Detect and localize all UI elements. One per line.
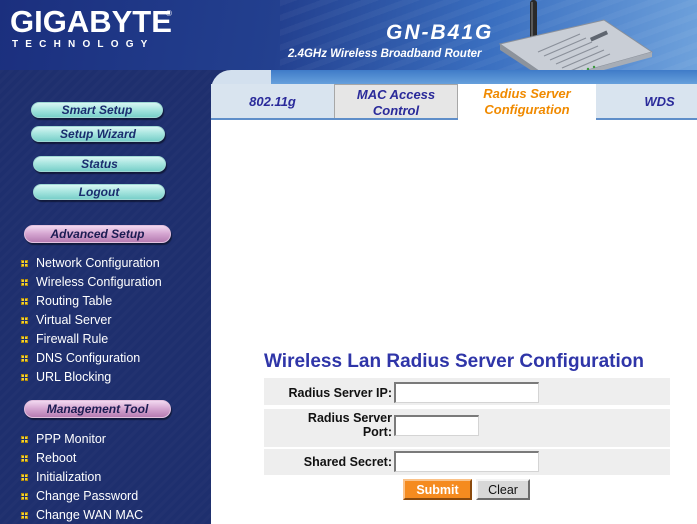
menu-item-label: Routing Table — [36, 294, 113, 308]
menu-item-label: Initialization — [36, 470, 102, 484]
radius-server-ip-label: Radius Server IP: — [288, 386, 392, 400]
management-tool-menu: PPP Monitor Reboot Initialization Change… — [0, 430, 211, 524]
bullet-icon — [21, 374, 28, 381]
brand-logo: GIGABYTE — [10, 4, 172, 39]
tab-mac-access-control[interactable]: MAC Access Control — [334, 84, 458, 120]
menu-item-label: DNS Configuration — [36, 351, 141, 365]
menu-item-label: Reboot — [36, 451, 77, 465]
menu-item-firewall-rule[interactable]: Firewall Rule — [0, 330, 211, 349]
menu-item-url-blocking[interactable]: URL Blocking — [0, 368, 211, 387]
management-tool-heading: Management Tool — [24, 400, 171, 418]
bullet-icon — [21, 260, 28, 267]
menu-item-change-wan-mac[interactable]: Change WAN MAC — [0, 506, 211, 524]
radius-server-ip-input[interactable] — [394, 382, 539, 403]
menu-item-reboot[interactable]: Reboot — [0, 449, 211, 468]
menu-item-network-configuration[interactable]: Network Configuration — [0, 254, 211, 273]
tab-label: WDS — [644, 94, 675, 109]
brand-trademark: ® — [166, 9, 172, 18]
bullet-icon — [21, 298, 28, 305]
form-row-shared-secret: Shared Secret: — [264, 449, 670, 475]
menu-item-label: PPP Monitor — [36, 432, 106, 446]
menu-item-label: Network Configuration — [36, 256, 160, 270]
tab-802-11g[interactable]: 802.11g — [211, 84, 334, 120]
menu-item-initialization[interactable]: Initialization — [0, 468, 211, 487]
brand-subtitle: TECHNOLOGY — [12, 39, 155, 50]
bullet-icon — [21, 493, 28, 500]
advanced-setup-menu: Network Configuration Wireless Configura… — [0, 254, 211, 387]
logout-button[interactable]: Logout — [33, 184, 165, 200]
header-banner: GIGABYTE ® TECHNOLOGY GN-B41G 2.4GHz Wir… — [0, 0, 697, 70]
tab-label: Radius Server Configuration — [483, 86, 571, 117]
menu-item-label: Firewall Rule — [36, 332, 109, 346]
bullet-icon — [21, 455, 28, 462]
tab-label: MAC Access Control — [356, 86, 436, 118]
status-button[interactable]: Status — [33, 156, 166, 172]
bullet-icon — [21, 436, 28, 443]
model-description: 2.4GHz Wireless Broadband Router — [288, 48, 482, 60]
menu-item-wireless-configuration[interactable]: Wireless Configuration — [0, 273, 211, 292]
radius-server-port-input[interactable] — [394, 415, 479, 436]
menu-item-ppp-monitor[interactable]: PPP Monitor — [0, 430, 211, 449]
bullet-icon — [21, 317, 28, 324]
menu-item-label: Change Password — [36, 489, 139, 503]
bullet-icon — [21, 279, 28, 286]
router-image — [498, 0, 654, 70]
active-tab-gap — [458, 118, 596, 120]
form-row-radius-server-port: Radius Server Port: — [264, 409, 670, 447]
smart-setup-button[interactable]: Smart Setup — [31, 102, 163, 118]
submit-button[interactable]: Submit — [403, 479, 472, 500]
radius-server-port-label: Radius Server Port: — [307, 411, 392, 439]
page-title: Wireless Lan Radius Server Configuration — [264, 351, 644, 372]
menu-item-change-password[interactable]: Change Password — [0, 487, 211, 506]
setup-wizard-button[interactable]: Setup Wizard — [31, 126, 165, 142]
bullet-icon — [21, 474, 28, 481]
bullet-icon — [21, 355, 28, 362]
menu-item-routing-table[interactable]: Routing Table — [0, 292, 211, 311]
menu-item-dns-configuration[interactable]: DNS Configuration — [0, 349, 211, 368]
menu-item-virtual-server[interactable]: Virtual Server — [0, 311, 211, 330]
menu-item-label: Change WAN MAC — [36, 508, 144, 522]
menu-item-label: Wireless Configuration — [36, 275, 162, 289]
bullet-icon — [21, 512, 28, 519]
tab-label: 802.11g — [249, 94, 296, 109]
tab-wds[interactable]: WDS — [596, 84, 697, 120]
form-row-radius-server-ip: Radius Server IP: — [264, 378, 670, 405]
shared-secret-input[interactable] — [394, 451, 539, 472]
menu-item-label: URL Blocking — [36, 370, 112, 384]
tab-radius-server-configuration[interactable]: Radius Server Configuration — [458, 84, 596, 120]
model-name: GN-B41G — [386, 21, 494, 44]
bullet-icon — [21, 336, 28, 343]
advanced-setup-heading: Advanced Setup — [24, 225, 171, 243]
tab-divider — [211, 118, 697, 120]
menu-item-label: Virtual Server — [36, 313, 112, 327]
shared-secret-label: Shared Secret: — [303, 455, 392, 469]
clear-button[interactable]: Clear — [476, 479, 530, 500]
